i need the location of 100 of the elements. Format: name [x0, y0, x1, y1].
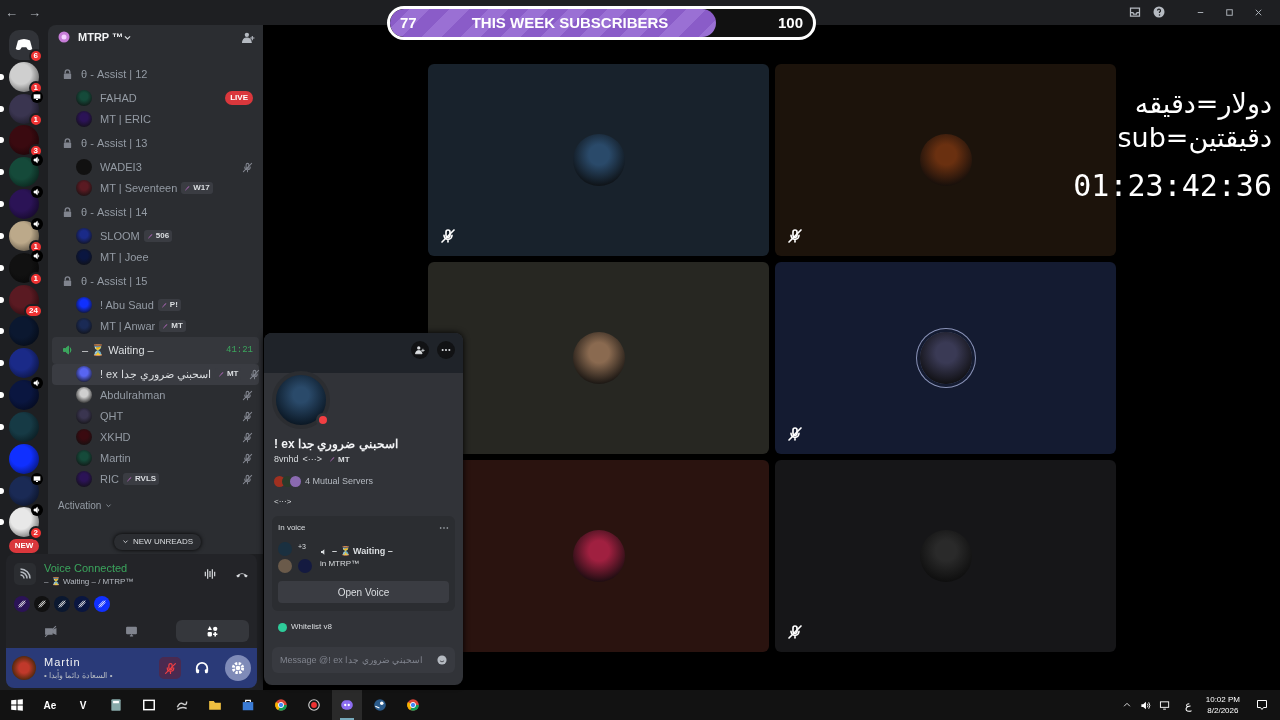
- server-icon[interactable]: 1: [9, 61, 39, 92]
- video-tile[interactable]: [775, 261, 1116, 454]
- goal-current: 77: [400, 12, 417, 33]
- voice-channel[interactable]: – ⏳ Waiting – 41:21: [52, 336, 259, 364]
- video-tile[interactable]: [428, 63, 769, 256]
- lock-icon: [62, 68, 73, 80]
- server-name: in MTRP™: [320, 558, 361, 571]
- app-button[interactable]: [332, 690, 362, 720]
- noise-suppression-icon[interactable]: [203, 566, 217, 581]
- more-button[interactable]: [437, 341, 455, 359]
- lock-icon: [62, 275, 73, 287]
- tag-label: W17: [193, 182, 210, 195]
- section-heading: In voice: [278, 522, 307, 534]
- voice-channel[interactable]: θ - Assist | 15: [52, 267, 259, 295]
- voice-member[interactable]: MT | Joee: [52, 246, 259, 268]
- voice-member[interactable]: MT | Anwar MT: [52, 315, 259, 337]
- voice-channel[interactable]: θ - Assist | 14: [52, 198, 259, 226]
- maximize-icon[interactable]: [1224, 6, 1235, 18]
- app-button[interactable]: Ae: [35, 690, 65, 720]
- microphone-button[interactable]: [159, 657, 181, 679]
- muted-mic-icon: [163, 661, 177, 675]
- activities-button[interactable]: [176, 620, 249, 642]
- unread-badge: 3: [28, 144, 43, 159]
- help-icon[interactable]: [1153, 6, 1165, 19]
- member-avatar: [278, 559, 292, 573]
- voice-member[interactable]: MT | ERIC: [52, 108, 259, 130]
- voice-member[interactable]: ! Abu Saud P!: [52, 294, 259, 316]
- app-button[interactable]: V: [68, 690, 98, 720]
- voice-member[interactable]: Martin: [52, 447, 259, 469]
- speaker-icon: [62, 344, 74, 357]
- avatar: [76, 429, 92, 446]
- voice-member[interactable]: XKHD: [52, 426, 259, 448]
- voice-channel[interactable]: θ - Assist | 13: [52, 129, 259, 157]
- open-voice-button[interactable]: Open Voice: [278, 581, 449, 603]
- video-tile[interactable]: [775, 459, 1116, 652]
- avatar: [76, 228, 92, 245]
- bag-icon: [241, 698, 255, 712]
- voice-member[interactable]: FAHAD LIVE: [52, 87, 259, 109]
- new-unreads-button[interactable]: NEW UNREADS: [114, 533, 201, 550]
- server-icon: [290, 475, 301, 487]
- goal-target: 100: [777, 12, 803, 33]
- inbox-icon[interactable]: [1129, 6, 1141, 19]
- channel-name: θ - Assist | 12: [81, 67, 149, 83]
- server-name[interactable]: MTRP ™: [78, 29, 124, 46]
- unread-badge: 1: [28, 239, 43, 254]
- avatar: [76, 408, 92, 425]
- tag-label: P!: [169, 299, 178, 312]
- add-friend-button[interactable]: [411, 341, 429, 359]
- voice-channel[interactable]: θ - Assist | 12: [52, 60, 259, 88]
- member-name: QHT: [100, 409, 124, 425]
- home-button[interactable]: 6: [9, 29, 39, 60]
- avatar: [76, 471, 92, 488]
- member-name: FAHAD: [100, 91, 137, 107]
- voice-member[interactable]: WADEI3: [52, 156, 259, 178]
- steam-icon: [373, 698, 387, 712]
- tag-label: MT: [226, 368, 239, 381]
- clock[interactable]: 10:02 PM 8/2/2026: [1205, 694, 1240, 716]
- channel-name: – ⏳ Waiting –: [82, 343, 155, 359]
- channel-name: θ - Assist | 15: [81, 274, 149, 290]
- network-icon[interactable]: [1158, 699, 1171, 711]
- voice-member[interactable]: SLOOM 506: [52, 225, 259, 247]
- video-tile[interactable]: [428, 261, 769, 454]
- chevron-up-icon[interactable]: [1121, 700, 1132, 710]
- channel-name: θ - Assist | 13: [81, 136, 149, 152]
- live-badge: LIVE: [225, 91, 253, 106]
- chevron-down-icon: [122, 538, 129, 545]
- voice-member[interactable]: QHT: [52, 405, 259, 427]
- member-name: MT | Joee: [100, 250, 149, 266]
- voice-member[interactable]: MT | Seventeen W17: [52, 177, 259, 199]
- unread-badge: 2: [28, 526, 43, 541]
- browser-icon: [274, 698, 288, 712]
- unread-badge: 1: [28, 80, 43, 95]
- category-name[interactable]: Activation: [58, 497, 102, 513]
- back-button[interactable]: ←: [0, 2, 23, 23]
- channel-name: θ - Assist | 14: [81, 205, 149, 221]
- voice-channel-name: – ⏳ Waiting –: [332, 544, 393, 558]
- voice-member[interactable]: Abdulrahman: [52, 384, 259, 406]
- member-name: SLOOM: [100, 229, 140, 245]
- settings-button[interactable]: [225, 655, 251, 681]
- headphones-icon[interactable]: [195, 661, 209, 675]
- forward-button[interactable]: →: [23, 2, 46, 23]
- pill-label: NEW UNREADS: [133, 535, 193, 548]
- notification-icon[interactable]: [1256, 699, 1268, 711]
- message-field[interactable]: Message @! ex اسحبني ضروري جدا: [272, 647, 455, 673]
- avatar: [76, 366, 92, 383]
- voice-member[interactable]: RIC RVLS: [52, 468, 259, 490]
- display-name: ! ex اسحبني ضروري جدا: [274, 436, 399, 453]
- server-icon[interactable]: 24: [9, 284, 39, 315]
- mutual-servers-link[interactable]: 4 Mutual Servers: [305, 474, 374, 488]
- server-icon[interactable]: 3: [9, 125, 39, 156]
- volume-icon[interactable]: [1139, 699, 1151, 711]
- language-indicator[interactable]: ع: [1184, 696, 1192, 714]
- voice-location[interactable]: – ⏳ Waiting – / MTRP™: [44, 576, 195, 588]
- lock-icon: [62, 137, 73, 149]
- emoji-icon[interactable]: [437, 655, 447, 665]
- add-member-icon[interactable]: [242, 30, 255, 44]
- avatar: [76, 159, 92, 176]
- member-name: Martin: [100, 451, 131, 467]
- user-avatar: [12, 656, 36, 680]
- user-status: • السعادة دائما وأبدا •: [44, 670, 114, 683]
